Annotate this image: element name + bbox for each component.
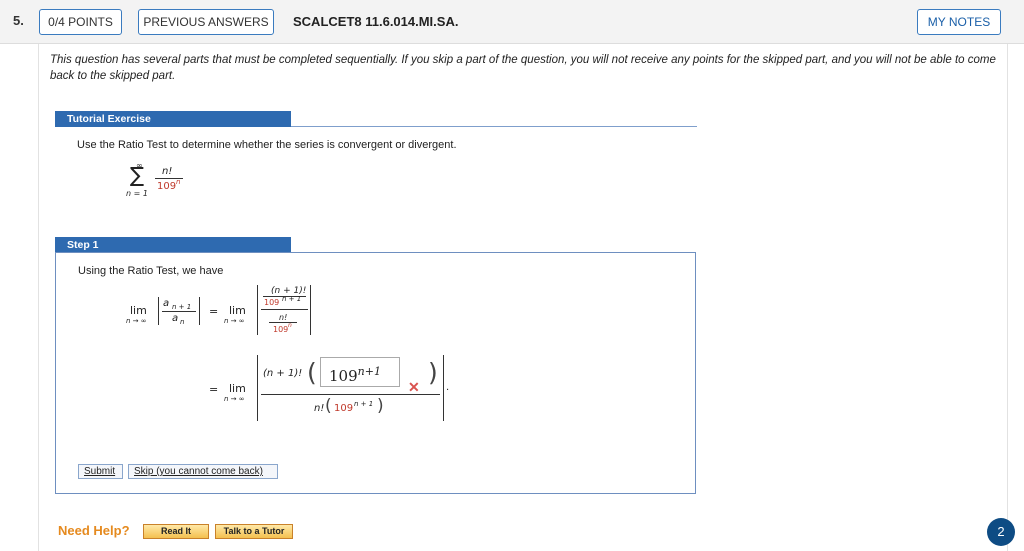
submit-button[interactable]: Submit <box>78 464 123 479</box>
answer-base: 109 <box>329 367 358 385</box>
main-fraction-bar <box>261 309 308 310</box>
lim-label-3: lim <box>229 382 246 395</box>
bottom-fraction-bar <box>269 322 297 323</box>
step-1-text: Using the Ratio Test, we have <box>78 265 224 277</box>
bottom-numerator: n! <box>279 313 288 322</box>
abs-bar-left-2 <box>257 285 258 335</box>
points-button[interactable]: 0/4 POINTS <box>39 9 122 35</box>
line2-denominator-exponent: n + 1 <box>354 400 374 408</box>
need-help-label: Need Help? <box>58 523 130 538</box>
top-denominator-exponent: n + 1 <box>282 295 302 303</box>
a-next: a <box>163 298 170 309</box>
top-denominator-base: 109 <box>264 298 280 307</box>
sequential-notice: This question has several parts that mus… <box>50 54 996 82</box>
series-numerator: n! <box>162 166 173 177</box>
answer-exponent: n+1 <box>357 365 381 378</box>
a-n-subscript: n <box>180 318 185 326</box>
tutorial-exercise-header: Tutorial Exercise <box>55 111 291 127</box>
ratio-fraction-bar <box>162 311 196 312</box>
talk-to-tutor-button[interactable]: Talk to a Tutor <box>215 524 293 539</box>
line2-denominator-prefix: n! <box>314 403 325 414</box>
abs-bar-left-3 <box>257 355 258 421</box>
question-id: SCALCET8 11.6.014.MI.SA. <box>293 14 459 29</box>
lim-subscript-3: n → ∞ <box>224 395 245 403</box>
series-lower-limit: n = 1 <box>126 189 148 198</box>
line2-numerator-prefix: (n + 1)! <box>263 368 303 379</box>
my-notes-button[interactable]: MY NOTES <box>917 9 1001 35</box>
tutorial-instruction: Use the Ratio Test to determine whether … <box>77 139 457 151</box>
line2-fraction-bar <box>261 394 440 395</box>
abs-bar-left <box>158 297 159 325</box>
lim-subscript: n → ∞ <box>126 317 147 325</box>
tutorial-divider <box>291 126 697 127</box>
a-next-subscript: n + 1 <box>172 303 192 311</box>
equals-sign-2: = <box>209 383 219 396</box>
series-denominator-exponent: n <box>176 178 181 186</box>
line2-denominator-base: 109 <box>334 403 354 414</box>
line2-period: . <box>446 382 450 393</box>
previous-answers-button[interactable]: PREVIOUS ANSWERS <box>138 9 274 35</box>
abs-bar-right <box>199 297 200 325</box>
left-paren: ( <box>307 358 317 387</box>
bottom-denominator-base: 109 <box>273 325 289 334</box>
equals-sign: = <box>209 305 219 318</box>
lim-label: lim <box>130 304 147 317</box>
abs-bar-right-2 <box>310 285 311 335</box>
series-denominator-base: 109 <box>157 181 177 192</box>
abs-bar-right-3 <box>443 355 444 421</box>
den-right-paren: ) <box>377 396 384 416</box>
a-n: a <box>172 313 179 324</box>
bottom-denominator-exponent: n <box>288 322 292 329</box>
lim-label-2: lim <box>229 304 246 317</box>
lim-subscript-2: n → ∞ <box>224 317 245 325</box>
sigma-symbol: ∑ <box>130 163 145 187</box>
answer-input[interactable]: 109n+1 <box>320 357 400 387</box>
question-number: 5. <box>13 13 24 28</box>
right-paren: ) <box>428 358 438 387</box>
read-it-button[interactable]: Read It <box>143 524 209 539</box>
notification-badge[interactable]: 2 <box>987 518 1015 546</box>
skip-button[interactable]: Skip (you cannot come back) <box>128 464 278 479</box>
den-left-paren: ( <box>325 396 332 416</box>
step-1-header: Step 1 <box>55 237 291 253</box>
